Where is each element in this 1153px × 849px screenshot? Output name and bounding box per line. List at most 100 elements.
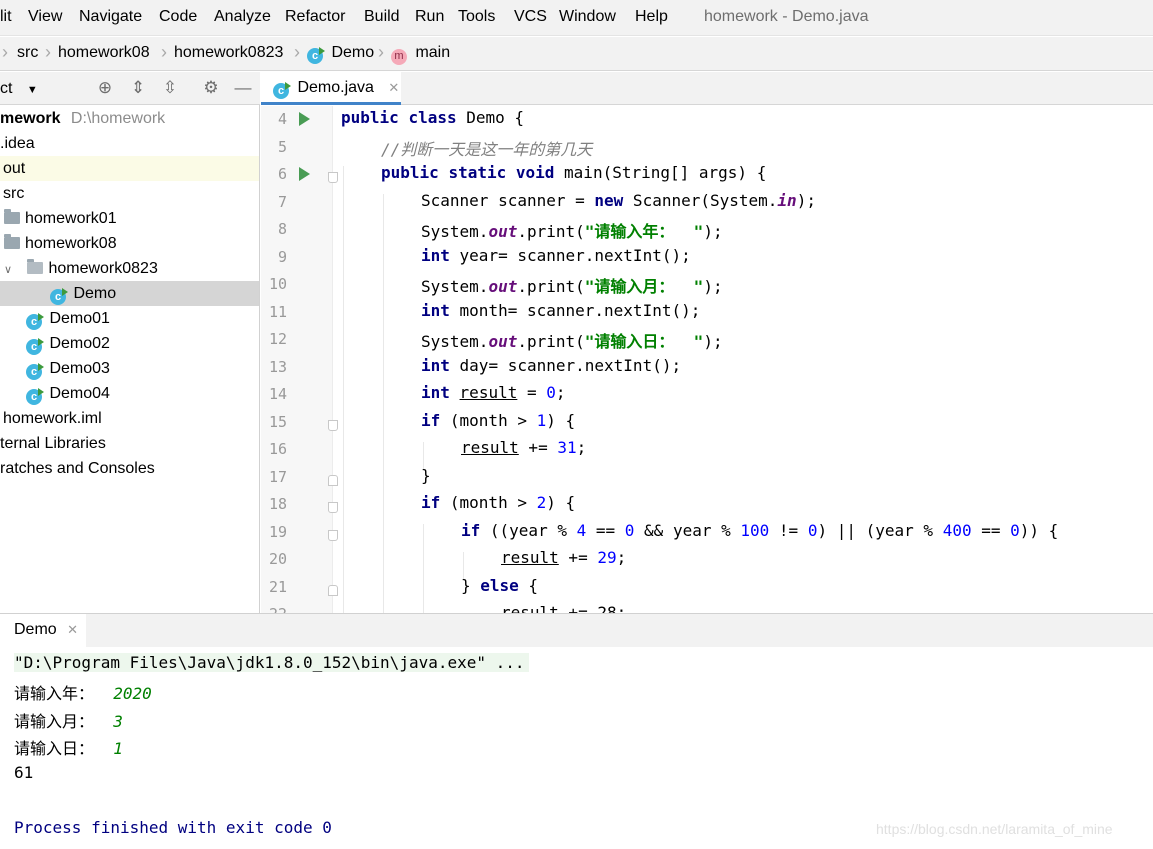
expand-all-icon[interactable]: ⇕ bbox=[128, 78, 148, 98]
code-token: ; bbox=[616, 548, 627, 567]
fold-end-icon[interactable] bbox=[328, 475, 338, 486]
code-token: ); bbox=[703, 277, 723, 296]
chevron-right-icon: › bbox=[161, 42, 167, 62]
tree-item-demo02[interactable]: c Demo02 bbox=[0, 331, 259, 356]
project-panel: ct ▼ ⊕ ⇕ ⇳ ⚙ — mework D:\homework .idea … bbox=[0, 72, 260, 613]
keyword-token: class bbox=[408, 108, 457, 127]
field-token: out bbox=[488, 332, 518, 351]
tree-item-demo01[interactable]: c Demo01 bbox=[0, 306, 259, 331]
fold-icon[interactable] bbox=[328, 502, 338, 513]
number-token: 0 bbox=[624, 521, 635, 540]
code-token: == bbox=[971, 521, 1011, 540]
breadcrumb-class-demo[interactable]: c Demo bbox=[307, 44, 374, 64]
code-token: ((year % bbox=[480, 521, 577, 540]
chevron-down-icon[interactable]: ∨ bbox=[4, 258, 16, 283]
tree-item-src[interactable]: src bbox=[0, 181, 259, 206]
tree-item-homework0823[interactable]: ∨ homework0823 bbox=[0, 256, 259, 281]
tree-item-homework01[interactable]: homework01 bbox=[0, 206, 259, 231]
fold-end-icon[interactable] bbox=[328, 585, 338, 596]
watermark: https://blog.csdn.net/laramita_of_mine bbox=[876, 821, 1113, 837]
line-number: 8 bbox=[277, 220, 287, 238]
tree-item-idea[interactable]: .idea bbox=[0, 131, 259, 156]
fold-icon[interactable] bbox=[328, 530, 338, 541]
tree-item-homework-root[interactable]: mework D:\homework bbox=[0, 106, 259, 131]
tree-item-demo03[interactable]: c Demo03 bbox=[0, 356, 259, 381]
menu-run[interactable]: Run bbox=[415, 8, 444, 26]
menu-help[interactable]: Help bbox=[635, 8, 668, 26]
code-line-8: System.out.print("请输入年： "); bbox=[421, 218, 723, 245]
indent-guide bbox=[383, 194, 384, 613]
breadcrumb-homework0823[interactable]: homework0823 bbox=[174, 44, 283, 62]
code-token: main(String[] args) { bbox=[554, 163, 767, 182]
code-token: ) || (year % bbox=[817, 521, 943, 540]
menu-refactor[interactable]: Refactor bbox=[285, 8, 345, 26]
menu-code[interactable]: Code bbox=[159, 8, 197, 26]
method-icon: m bbox=[391, 49, 407, 65]
tree-item-demo[interactable]: c Demo bbox=[0, 281, 259, 306]
code-line-18: if (month > 2) { bbox=[421, 493, 575, 520]
code-editor: c Demo.java ✕ 4 5 6 7 8 9 10 11 12 13 14… bbox=[261, 72, 1153, 623]
string-token: "请输入日： " bbox=[584, 332, 704, 351]
code-line-10: System.out.print("请输入月： "); bbox=[421, 273, 723, 300]
code-token: += bbox=[518, 438, 558, 457]
code-token: (month > bbox=[440, 411, 537, 430]
tree-item-label: ratches and Consoles bbox=[0, 460, 155, 477]
line-number: 13 bbox=[268, 358, 287, 376]
run-main-icon[interactable] bbox=[299, 167, 310, 181]
line-number: 21 bbox=[268, 578, 287, 596]
menu-analyze[interactable]: Analyze bbox=[214, 8, 271, 26]
menu-window[interactable]: Window bbox=[559, 8, 616, 26]
string-token: "请输入年： " bbox=[584, 222, 704, 241]
menu-edit[interactable]: lit bbox=[0, 8, 12, 26]
menu-build[interactable]: Build bbox=[364, 8, 400, 26]
code-token: System. bbox=[421, 277, 489, 296]
dropdown-arrow-icon: ▼ bbox=[26, 84, 38, 96]
indent-guide bbox=[463, 552, 464, 579]
folder-icon bbox=[4, 209, 20, 224]
gear-icon[interactable]: ⚙ bbox=[201, 78, 221, 98]
menu-vcs[interactable]: VCS bbox=[514, 8, 547, 26]
java-class-icon: c bbox=[307, 47, 325, 64]
code-token: )) { bbox=[1019, 521, 1059, 540]
code-line-19: if ((year % 4 == 0 && year % 100 != 0) |… bbox=[461, 521, 1058, 548]
fold-icon[interactable] bbox=[328, 172, 338, 183]
tree-item-label: mework bbox=[0, 110, 61, 127]
project-title: ct bbox=[0, 80, 13, 97]
project-view-selector[interactable]: ct ▼ bbox=[0, 80, 38, 98]
close-icon[interactable]: ✕ bbox=[67, 622, 78, 637]
locate-icon[interactable]: ⊕ bbox=[95, 78, 115, 98]
line-number: 16 bbox=[268, 440, 287, 458]
tab-demo-java[interactable]: c Demo.java ✕ bbox=[261, 72, 401, 105]
menu-view[interactable]: View bbox=[28, 8, 62, 26]
console-line-year: 请输入年： 2020 bbox=[14, 680, 152, 704]
keyword-token: public bbox=[381, 163, 439, 182]
breadcrumb-src[interactable]: src bbox=[17, 44, 38, 62]
run-tab-demo[interactable]: Demo ✕ bbox=[0, 614, 86, 647]
tree-item-demo04[interactable]: c Demo04 bbox=[0, 381, 259, 406]
project-header: ct ▼ ⊕ ⇕ ⇳ ⚙ — bbox=[0, 72, 260, 105]
tree-item-label: ternal Libraries bbox=[0, 435, 106, 452]
menu-tools[interactable]: Tools bbox=[458, 8, 495, 26]
tree-item-scratches[interactable]: ratches and Consoles bbox=[0, 456, 259, 481]
minimize-icon[interactable]: — bbox=[233, 78, 253, 98]
collapse-all-icon[interactable]: ⇳ bbox=[160, 78, 180, 98]
tree-item-external-libraries[interactable]: ternal Libraries bbox=[0, 431, 259, 456]
menu-navigate[interactable]: Navigate bbox=[79, 8, 142, 26]
code-line-14: int result = 0; bbox=[421, 383, 566, 410]
code-line-5: //判断一天是这一年的第几天 bbox=[381, 136, 592, 163]
tree-item-homework08[interactable]: homework08 bbox=[0, 231, 259, 256]
fold-icon[interactable] bbox=[328, 420, 338, 431]
java-class-icon: c bbox=[26, 338, 44, 355]
breadcrumb-homework08[interactable]: homework08 bbox=[58, 44, 150, 62]
tree-item-homework-iml[interactable]: homework.iml bbox=[0, 406, 259, 431]
number-token: 0 bbox=[807, 521, 818, 540]
run-class-icon[interactable] bbox=[299, 112, 310, 126]
field-token: out bbox=[488, 222, 518, 241]
close-icon[interactable]: ✕ bbox=[388, 80, 399, 95]
tree-item-out[interactable]: out bbox=[0, 156, 259, 181]
field-token: out bbox=[488, 277, 518, 296]
code-area[interactable]: public class Demo { //判断一天是这一年的第几天 publi… bbox=[341, 106, 1153, 613]
tree-item-label: .idea bbox=[0, 135, 35, 152]
tree-item-label: homework01 bbox=[25, 210, 117, 227]
breadcrumb-method-main[interactable]: m main bbox=[391, 44, 450, 65]
